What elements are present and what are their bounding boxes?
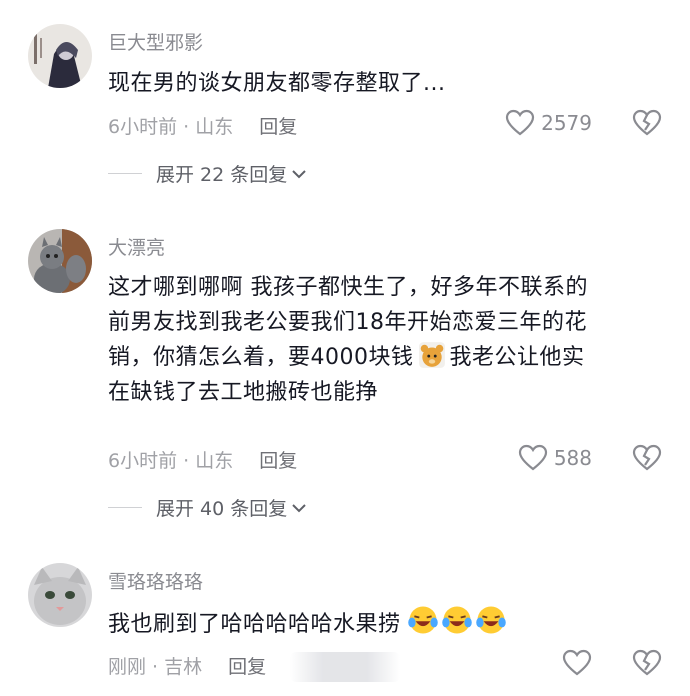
comment-time-location: 6小时前 · 山东: [108, 116, 234, 138]
comment-meta: 刚刚 · 吉林 回复: [108, 652, 266, 679]
username[interactable]: 巨大型邪影: [108, 28, 203, 55]
heart-outline-icon: [505, 109, 535, 136]
bear-emoji-icon: [418, 342, 445, 368]
comment-meta: 6小时前 · 山东 回复: [108, 112, 297, 139]
comment-item: 巨大型邪影 现在男的谈女朋友都零存整取了... 6小时前 · 山东 回复 2579…: [0, 0, 690, 200]
laughing-tears-emoji-icon: [441, 606, 472, 634]
reply-button[interactable]: 回复: [259, 116, 297, 138]
chevron-down-icon: [292, 503, 306, 512]
comment-time-location: 刚刚 · 吉林: [108, 656, 203, 678]
expand-replies[interactable]: 展开 22 条回复: [108, 160, 307, 187]
laughing-tears-emoji-icon: [475, 606, 506, 634]
laughing-tears-emoji-icon: [407, 606, 438, 634]
comment-time-location: 6小时前 · 山东: [108, 450, 234, 472]
expand-replies-label: 展开 22 条回复: [156, 164, 288, 186]
comment-text-segment: 我也刷到了哈哈哈哈哈水果捞: [108, 612, 401, 637]
expand-replies[interactable]: 展开 40 条回复: [108, 494, 307, 521]
username[interactable]: 雪珞珞珞珞: [108, 567, 203, 594]
avatar[interactable]: [28, 229, 92, 293]
reply-button[interactable]: 回复: [228, 656, 266, 678]
broken-heart-icon: [632, 444, 662, 471]
heart-outline-icon: [562, 649, 592, 676]
avatar[interactable]: [28, 563, 92, 627]
heart-outline-icon: [518, 444, 547, 471]
like-button[interactable]: 588: [518, 444, 592, 472]
like-count: 588: [553, 446, 592, 470]
expand-replies-label: 展开 40 条回复: [156, 498, 288, 520]
username[interactable]: 大漂亮: [108, 233, 165, 260]
dislike-button[interactable]: [632, 444, 662, 476]
like-button[interactable]: [562, 649, 592, 681]
dislike-button[interactable]: [632, 109, 662, 141]
divider-line: [108, 507, 142, 508]
comment-text: 这才哪到哪啊 我孩子都快生了，好多年不联系的 前男友找到我老公要我们18年开始恋…: [108, 270, 663, 410]
dislike-button[interactable]: [632, 649, 662, 681]
comment-text: 现在男的谈女朋友都零存整取了...: [108, 71, 446, 96]
comment-text-segment: 销，你猜怎么着，要4000块钱: [108, 345, 414, 370]
avatar[interactable]: [28, 24, 92, 88]
broken-heart-icon: [632, 649, 662, 676]
like-count: 2579: [541, 111, 592, 135]
divider-line: [108, 173, 142, 174]
comment-text-segment: 我老公让他实: [449, 345, 585, 370]
reply-button[interactable]: 回复: [259, 450, 297, 472]
comment-text-line: 在缺钱了去工地搬砖也能挣: [108, 380, 379, 405]
comment-meta: 6小时前 · 山东 回复: [108, 446, 297, 473]
broken-heart-icon: [632, 109, 662, 136]
comment-text: 我也刷到了哈哈哈哈哈水果捞: [108, 604, 663, 642]
comment-text-line: 销，你猜怎么着，要4000块钱 我老公让他实: [108, 340, 663, 375]
like-button[interactable]: 2579: [505, 109, 592, 137]
chevron-down-icon: [292, 169, 306, 178]
watermark-blur: [290, 652, 400, 682]
comment-text-line: 前男友找到我老公要我们18年开始恋爱三年的花: [108, 310, 587, 335]
comment-text-line: 这才哪到哪啊 我孩子都快生了，好多年不联系的: [108, 275, 588, 300]
